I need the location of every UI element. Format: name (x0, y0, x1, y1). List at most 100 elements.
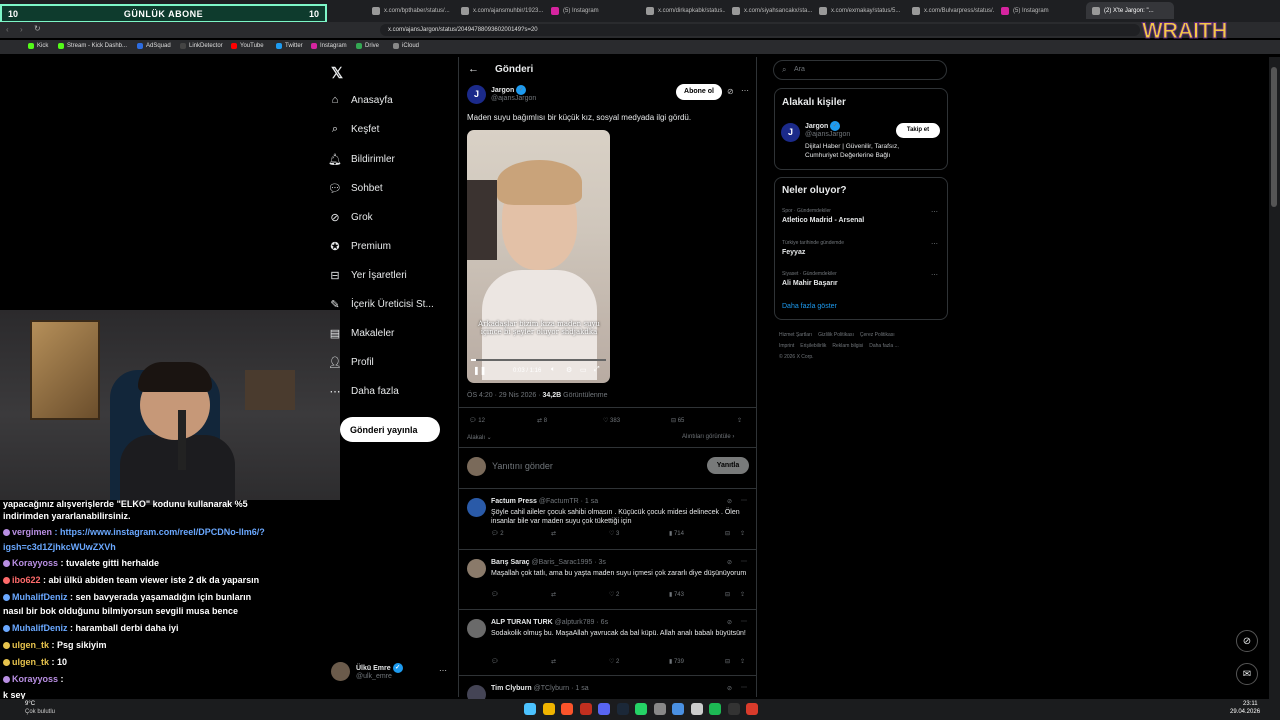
reload-icon[interactable]: ↻ (34, 24, 41, 33)
follow-button[interactable]: Takip et (896, 123, 940, 138)
reply-comment-action[interactable]: 💬︎ 2 (491, 530, 504, 537)
browser-tab[interactable]: x.com/siyahsancakx/sta... (726, 2, 812, 19)
reply-avatar[interactable] (467, 498, 486, 517)
reply-tweet[interactable]: Factum Press @FactumTR · 1 sa ⊘ ⋯ Şöyle cah… (459, 488, 756, 549)
whatsapp-icon[interactable] (635, 703, 647, 715)
reply-views[interactable]: ▮ 739 (669, 658, 684, 665)
reply-comment-action[interactable]: 💬︎ (491, 591, 499, 598)
nav-item[interactable]: 💬︎ Sohbet (328, 178, 383, 198)
reply-like-action[interactable]: ♡ 2 (609, 658, 619, 665)
browser-tab[interactable]: x.com/ajansmuhbir/1923... (455, 2, 544, 19)
browser-tab[interactable]: x.com/exmakay/status/5... (813, 2, 905, 19)
reply-author[interactable]: ALP TURAN TURK @alpturk789 · 6s (491, 619, 608, 626)
nav-item[interactable]: 👤︎ Profil (328, 352, 374, 372)
discord-icon[interactable] (598, 703, 610, 715)
more-icon[interactable]: ⋯ (741, 497, 747, 504)
reply-action[interactable]: 💬︎ 12 (469, 417, 485, 424)
spotify-icon[interactable] (709, 703, 721, 715)
chat-username[interactable]: ibo622 (12, 575, 41, 585)
bookmark-item[interactable]: iCloud (393, 43, 419, 49)
who-name[interactable]: Jargon ✓ (805, 121, 841, 131)
author-avatar[interactable]: J (467, 85, 486, 104)
nav-item[interactable]: ⊘ Grok (329, 207, 372, 227)
app-icon[interactable] (653, 703, 666, 715)
nav-item[interactable]: ⌂ Anasayfa (329, 90, 393, 110)
forward-icon[interactable]: › (20, 25, 23, 34)
reply-author[interactable]: Barış Saraç @Baris_Sarac1995 · 3s (491, 559, 606, 566)
brave-icon[interactable] (561, 703, 573, 715)
repost-action[interactable]: ⇄ 8 (537, 417, 547, 424)
back-arrow-icon[interactable]: ← (468, 63, 479, 75)
nav-item[interactable]: 🔔︎ Bildirimler (328, 149, 395, 169)
more-icon[interactable]: ⋯ (741, 684, 747, 691)
video-progress[interactable] (471, 359, 606, 361)
grok-icon[interactable]: ⊘ (727, 559, 732, 566)
pause-icon[interactable]: ❚❚ (473, 366, 486, 375)
clock-time[interactable]: 23:11 (1243, 701, 1258, 707)
chat-username[interactable]: ulgen_tk (12, 640, 49, 650)
post-button[interactable]: Gönderi yayınla (340, 417, 440, 442)
more-icon[interactable]: ⋯ (439, 666, 447, 675)
bookmark-item[interactable]: LinkDetector (180, 43, 223, 49)
related-sort[interactable]: Alakalı ⌄ (467, 434, 492, 441)
messages-floating-icon[interactable]: ✉ (1236, 663, 1258, 685)
nav-item[interactable]: ⊟ Yer İşaretleri (329, 265, 406, 285)
app-icon[interactable] (746, 703, 758, 715)
reply-repost-action[interactable]: ⇄ (551, 658, 556, 665)
url-field[interactable]: x.com/ajansJargon/status/204947880936020… (380, 24, 1140, 36)
browser-tab[interactable]: x.com/Bulvarpress/status/... (906, 2, 994, 19)
reply-share-icon[interactable]: ⇪ (740, 530, 745, 537)
show-more-link[interactable]: Daha fazla göster (782, 303, 837, 310)
bookmark-action[interactable]: ⊟ 65 (671, 417, 684, 424)
footer-link[interactable]: Hizmet Şartları (779, 332, 812, 338)
share-icon[interactable]: ⇪ (737, 417, 742, 424)
chat-username[interactable]: ulgen_tk (12, 657, 49, 667)
pip-icon[interactable]: ▭ (580, 366, 587, 374)
bookmark-item[interactable]: Instagram (311, 43, 347, 49)
browser-tab[interactable]: (5) Instagram (545, 2, 639, 19)
reply-share-icon[interactable]: ⇪ (740, 591, 745, 598)
start-icon[interactable] (524, 703, 536, 715)
reply-share-icon[interactable]: ⇪ (740, 658, 745, 665)
fullscreen-icon[interactable]: ⤢ (594, 366, 600, 374)
app-icon[interactable] (579, 703, 592, 715)
browser-tab[interactable]: (2) X'te Jargon: "... (1086, 2, 1174, 19)
reply-input[interactable]: Yanıtını gönder (492, 461, 553, 471)
chat-username[interactable]: Korayyoss (12, 674, 58, 684)
more-icon[interactable]: ⋯ (741, 558, 747, 565)
post-video[interactable]: Arkadaşlar bizim kıza maden suyu içince … (467, 130, 610, 383)
chat-username[interactable]: vergimen (12, 527, 52, 537)
reply-avatar[interactable] (467, 559, 486, 578)
reply-repost-action[interactable]: ⇄ (551, 530, 556, 537)
steam-icon[interactable] (616, 703, 629, 715)
settings-icon[interactable]: ⚙ (566, 366, 572, 374)
weather-temp[interactable]: 9°C (25, 701, 35, 707)
reply-bookmark-icon[interactable]: ⊟ (725, 530, 730, 537)
reply-repost-action[interactable]: ⇄ (551, 591, 556, 598)
search-box[interactable]: ⌕ Ara (773, 60, 947, 80)
nav-item[interactable]: ▤ Makaleler (329, 323, 395, 343)
reply-button[interactable]: Yanıtla (707, 457, 749, 474)
reply-author[interactable]: Factum Press @FactumTR · 1 sa (491, 498, 598, 505)
reply-avatar[interactable] (467, 619, 486, 638)
nav-item[interactable]: ✎ İçerik Üreticisi St... (329, 294, 433, 314)
jargon-avatar[interactable]: J (781, 123, 800, 142)
grok-icon[interactable]: ⊘ (727, 498, 732, 505)
footer-link[interactable]: © 2026 X Corp. (779, 354, 814, 360)
reply-author[interactable]: Tim Clyburn @TClyburn · 1 sa (491, 685, 589, 692)
browser-tab[interactable]: x.com/bpthaber/status/... (366, 2, 454, 19)
more-icon[interactable]: ⋯ (741, 618, 747, 625)
bookmark-item[interactable]: Kick (28, 43, 48, 49)
scrollbar-thumb[interactable] (1271, 67, 1277, 207)
reply-bookmark-icon[interactable]: ⊟ (725, 591, 730, 598)
trend-more-icon[interactable]: ⋯ (931, 240, 938, 248)
grok-icon[interactable]: ⊘ (727, 619, 732, 626)
footer-link[interactable]: Gizlilik Politikası (818, 332, 854, 338)
nav-item[interactable]: ✪ Premium (329, 236, 391, 256)
chat-username[interactable]: Korayyoss (12, 558, 58, 568)
x-logo-icon[interactable]: 𝕏 (331, 64, 343, 82)
trend-more-icon[interactable]: ⋯ (931, 271, 938, 279)
browser-tab[interactable]: (5) Instagram (995, 2, 1085, 19)
reply-tweet[interactable]: Barış Saraç @Baris_Sarac1995 · 3s ⊘ ⋯ Maşal… (459, 549, 756, 609)
volume-icon[interactable]: 🔈︎ (551, 366, 555, 374)
